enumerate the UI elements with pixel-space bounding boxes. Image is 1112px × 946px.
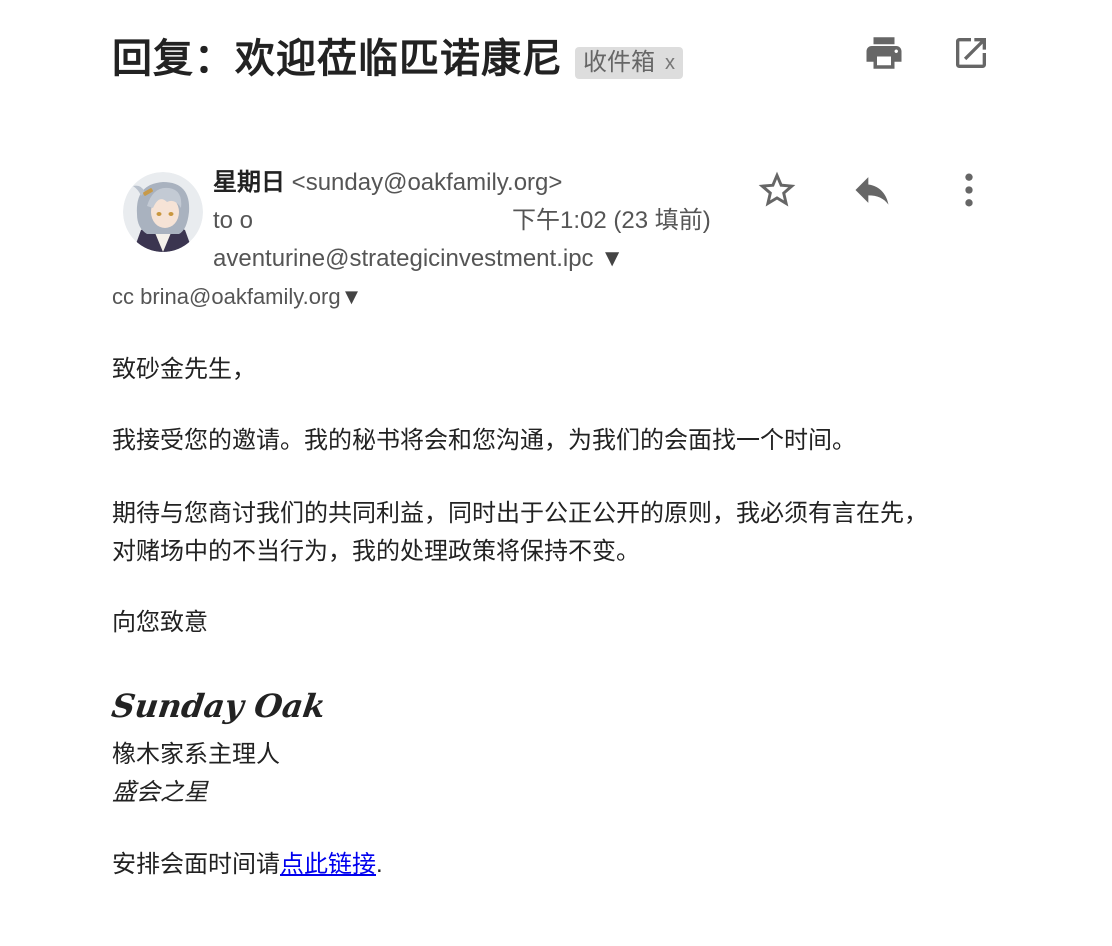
- star-button[interactable]: [755, 168, 799, 212]
- sender-line: 星期日 <sunday@oakfamily.org>: [213, 166, 562, 200]
- recipient-details-toggle[interactable]: ▼: [600, 245, 624, 272]
- recipient-line: aventurine@strategicinvestment.ipc ▼: [213, 242, 624, 276]
- schedule-suffix: .: [376, 851, 383, 878]
- reply-icon: [855, 177, 889, 205]
- more-vertical-icon: [965, 173, 973, 207]
- email-view: 回复：欢迎莅临匹诺康尼 收件箱 x 星期日 <sunday@oakfamily.…: [0, 0, 1112, 946]
- sender-avatar: [123, 172, 203, 252]
- more-options-button[interactable]: [947, 168, 991, 212]
- inbox-label-text: 收件箱: [583, 49, 655, 76]
- to-prefix: to o: [213, 207, 254, 234]
- sender-email: <sunday@oakfamily.org>: [291, 169, 563, 196]
- email-paragraph-1: 我接受您的邀请。我的秘书将会和您沟通，为我们的会面找一个时间。: [112, 427, 856, 454]
- email-greeting: 致砂金先生，: [112, 356, 256, 383]
- schedule-prefix: 安排会面时间请: [112, 851, 280, 878]
- email-paragraph-2: 期待与您商讨我们的共同利益，同时出于公正公开的原则，我必须有言在先， 对赌场中的…: [112, 495, 928, 571]
- sender-name[interactable]: 星期日: [213, 169, 285, 196]
- subject-row: 回复：欢迎莅临匹诺康尼 收件箱 x: [112, 30, 683, 88]
- open-in-new-window-button[interactable]: [950, 32, 992, 74]
- remove-label-button[interactable]: x: [665, 47, 675, 79]
- recipient-email: aventurine@strategicinvestment.ipc: [213, 245, 594, 272]
- cc-details-toggle[interactable]: ▼: [341, 284, 363, 309]
- paragraph-2-line-1: 期待与您商讨我们的共同利益，同时出于公正公开的原则，我必须有言在先，: [112, 500, 928, 527]
- cc-line: cc brina@oakfamily.org▼: [112, 281, 362, 313]
- cc-recipients: cc brina@oakfamily.org: [112, 284, 341, 309]
- signature-role: 橡木家系主理人: [112, 741, 280, 768]
- email-subject: 回复：欢迎莅临匹诺康尼: [112, 37, 563, 81]
- inbox-label-chip[interactable]: 收件箱 x: [575, 47, 683, 79]
- signature-script-name: Sunday Oak: [109, 687, 328, 725]
- star-icon: [758, 171, 796, 207]
- email-closing: 向您致意: [112, 609, 208, 636]
- print-icon: [866, 37, 902, 69]
- email-timestamp: 下午1:02 (23 填前): [512, 207, 711, 234]
- schedule-line: 安排会面时间请点此链接.: [112, 846, 383, 884]
- schedule-link[interactable]: 点此链接: [280, 851, 376, 878]
- avatar-image: [123, 172, 203, 252]
- open-in-new-window-icon: [956, 38, 986, 68]
- reply-button[interactable]: [850, 168, 894, 212]
- paragraph-2-line-2: 对赌场中的不当行为，我的处理政策将保持不变。: [112, 538, 640, 565]
- signature-title: 盛会之星: [112, 779, 208, 806]
- print-button[interactable]: [863, 32, 905, 74]
